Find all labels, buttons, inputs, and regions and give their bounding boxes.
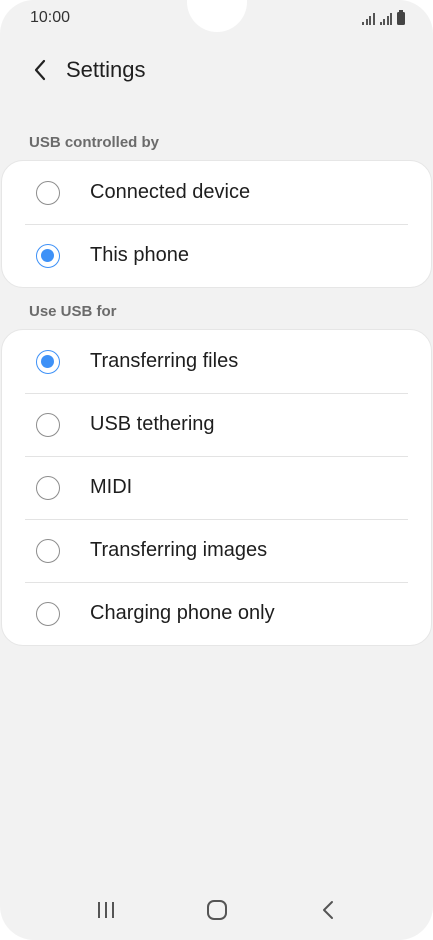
option-charging-phone-only[interactable]: Charging phone only xyxy=(2,582,431,645)
option-transferring-files[interactable]: Transferring files xyxy=(2,330,431,393)
use-usb-for-card: Transferring files USB tethering MIDI Tr… xyxy=(1,329,432,646)
radio-button[interactable] xyxy=(36,180,60,205)
radio-button[interactable] xyxy=(36,538,60,563)
status-time: 10:00 xyxy=(30,9,71,26)
home-button[interactable] xyxy=(193,890,241,930)
back-button[interactable] xyxy=(20,50,60,90)
option-label: MIDI xyxy=(90,476,133,498)
radio-button[interactable] xyxy=(36,601,60,626)
option-transferring-images[interactable]: Transferring images xyxy=(2,519,431,582)
radio-button-checked[interactable] xyxy=(36,349,60,374)
recent-apps-button[interactable] xyxy=(82,890,130,930)
page-title: Settings xyxy=(66,57,146,82)
phone-screen: 10:00 Settings USB controlled by Connect… xyxy=(0,0,433,940)
recent-apps-icon xyxy=(97,902,114,918)
option-label: USB tethering xyxy=(90,413,215,435)
chevron-left-icon xyxy=(34,59,46,81)
option-this-phone[interactable]: This phone xyxy=(2,224,431,287)
option-label: Connected device xyxy=(90,181,251,203)
app-header: Settings xyxy=(0,48,433,92)
nav-back-button[interactable] xyxy=(304,890,352,930)
signal-icon xyxy=(362,13,375,25)
radio-button[interactable] xyxy=(36,475,60,500)
option-midi[interactable]: MIDI xyxy=(2,456,431,519)
option-label: Transferring images xyxy=(90,539,268,561)
navigation-bar xyxy=(0,880,433,940)
radio-button[interactable] xyxy=(36,412,60,437)
radio-button-checked[interactable] xyxy=(36,243,60,268)
usb-controlled-by-card: Connected device This phone xyxy=(1,160,432,288)
option-label: Charging phone only xyxy=(90,602,275,624)
section-label-use-usb-for: Use USB for xyxy=(29,303,117,320)
status-icons xyxy=(362,10,405,25)
signal-icon xyxy=(379,13,392,25)
option-usb-tethering[interactable]: USB tethering xyxy=(2,393,431,456)
battery-icon xyxy=(397,10,405,25)
option-connected-device[interactable]: Connected device xyxy=(2,161,431,224)
home-icon xyxy=(206,900,227,920)
option-label: Transferring files xyxy=(90,350,239,372)
back-icon xyxy=(322,901,333,919)
section-label-usb-controlled-by: USB controlled by xyxy=(29,134,160,151)
option-label: This phone xyxy=(90,244,189,266)
